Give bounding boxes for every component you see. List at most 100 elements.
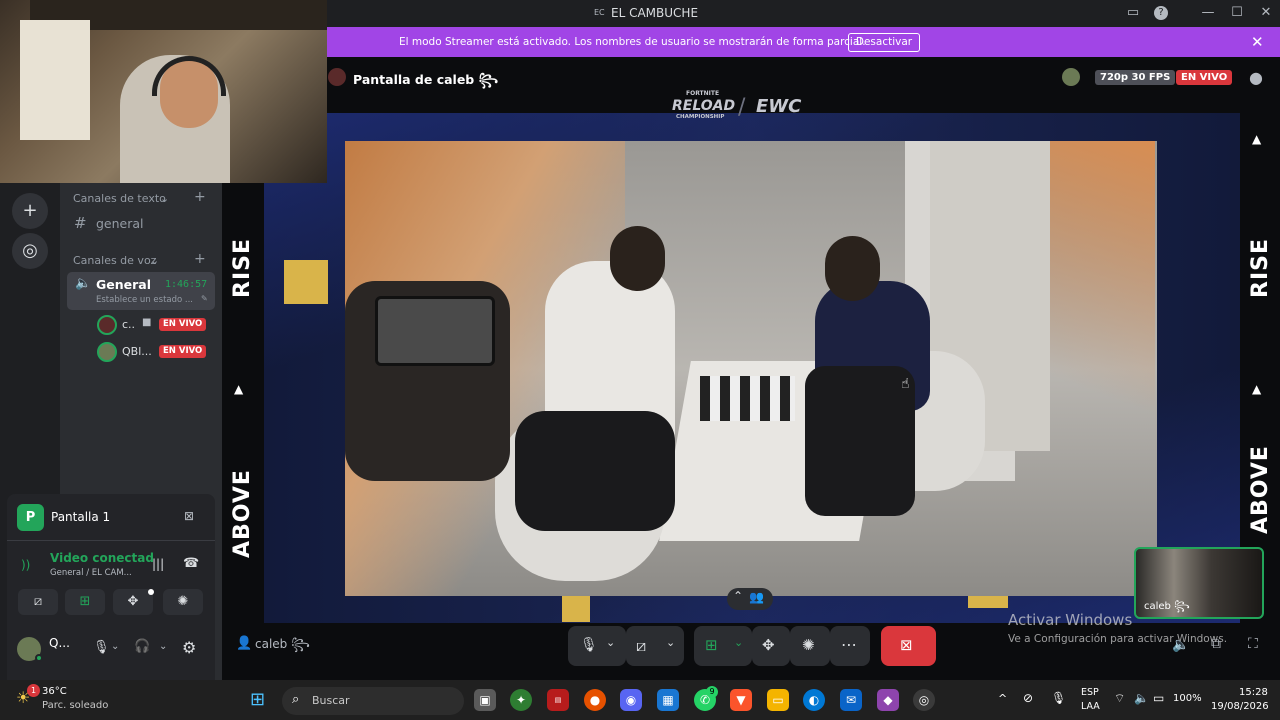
voice-category-label[interactable]: Canales de voz [73, 254, 156, 267]
clock-time[interactable]: 15:28 [1239, 687, 1268, 698]
chess-board [700, 376, 795, 421]
close-window-icon[interactable]: ✕ [1257, 5, 1275, 21]
connection-title[interactable]: Video conectad [50, 551, 154, 565]
add-text-channel-icon[interactable]: + [194, 189, 206, 205]
pip-camera[interactable]: caleb ꧂ [1134, 547, 1264, 619]
firefox-icon[interactable]: ● [584, 689, 606, 711]
chevron-down-icon[interactable]: ⌄ [666, 636, 675, 649]
app-icon[interactable]: ◎ [913, 689, 935, 711]
soundboard-icon[interactable]: ✺ [802, 636, 815, 654]
task-view-icon[interactable]: ▣ [474, 689, 496, 711]
text-category-label[interactable]: Canales de texto [73, 192, 166, 205]
connection-sub[interactable]: General / EL CAM... [50, 568, 132, 578]
battery-icon[interactable]: ▭ [1153, 691, 1164, 705]
quality-badge: 720p 30 FPS [1095, 70, 1176, 85]
noise-suppression-icon[interactable]: ||| [152, 557, 164, 571]
viewer-avatar[interactable] [1062, 68, 1080, 86]
language-top[interactable]: ESP [1081, 687, 1099, 698]
chevron-down-icon[interactable]: ⌄ [606, 636, 615, 649]
chevron-down-icon[interactable]: ⌄ [734, 636, 743, 649]
chevron-up-icon[interactable]: ^ [998, 692, 1007, 705]
store-icon[interactable]: ▦ [657, 689, 679, 711]
add-voice-channel-icon[interactable]: + [194, 251, 206, 267]
inbox-icon[interactable]: ▭ [1124, 5, 1142, 21]
start-windows-icon[interactable]: ⊞ [250, 689, 265, 710]
volume-icon[interactable]: 🔈 [1172, 637, 1189, 653]
player-left-legs [515, 411, 675, 531]
screen-name: Pantalla 1 [51, 510, 111, 524]
end-call-button[interactable]: ⊠ [881, 626, 936, 666]
fullscreen-icon[interactable]: ⛶ [1248, 636, 1258, 652]
member-name[interactable]: c.. [122, 318, 135, 331]
chevron-down-icon[interactable]: ⌄ [159, 641, 167, 652]
chat-bubble-icon[interactable]: ● [1249, 68, 1263, 87]
camera-monitor [375, 296, 495, 366]
brave-icon[interactable]: ▼ [730, 689, 752, 711]
maximize-icon[interactable]: ☐ [1228, 5, 1246, 21]
pip-name: caleb ꧂ [1144, 601, 1190, 612]
streamer-avatar [328, 68, 346, 86]
app-icon[interactable]: ✉ [840, 689, 862, 711]
text-channel-general[interactable]: general [96, 216, 144, 231]
screen-share-icon[interactable]: ⊞ [705, 636, 718, 654]
search-box[interactable]: ⌕ Buscar [282, 687, 464, 715]
stop-share-icon[interactable]: ⊠ [184, 509, 194, 523]
explore-icon[interactable]: ◎ [12, 233, 48, 269]
disable-streamer-button[interactable]: Desactivar [848, 33, 920, 52]
streamer-mode-banner: El modo Streamer está activado. Los nomb… [327, 27, 1280, 57]
settings-gear-icon[interactable]: ⚙ [182, 638, 196, 657]
app-icon[interactable]: ▤ [547, 689, 569, 711]
avatar[interactable] [97, 315, 117, 335]
add-server-icon[interactable]: + [12, 193, 48, 229]
close-banner-icon[interactable]: ✕ [1251, 33, 1264, 51]
live-badge: EN VIVO [1176, 70, 1233, 85]
app-icon[interactable]: ✦ [510, 689, 532, 711]
member-name[interactable]: QBl... [122, 345, 152, 358]
mic-control[interactable]: 🎙 ⌄ [568, 626, 626, 666]
add-user-icon[interactable]: 👤 [236, 636, 252, 651]
disconnect-icon[interactable]: ☎ [183, 556, 199, 571]
speaker-icon[interactable]: 🔈 [1134, 691, 1149, 705]
activities-icon[interactable]: ✥ [762, 636, 775, 654]
edge-icon[interactable]: ◐ [803, 689, 825, 711]
headphones-icon[interactable]: 🎧 [134, 639, 150, 654]
minimize-icon[interactable]: — [1199, 5, 1217, 21]
more-control[interactable]: ⋯ [830, 626, 870, 666]
avatar[interactable] [97, 342, 117, 362]
weather-temp[interactable]: 36°C [42, 686, 67, 697]
folder-icon[interactable]: ▭ [767, 689, 789, 711]
stream-title: Pantalla de caleb ꧂ [353, 72, 499, 87]
clock-date[interactable]: 19/08/2026 [1211, 701, 1269, 712]
more-options-icon[interactable]: ⋯ [841, 635, 857, 654]
edit-icon[interactable]: ✎ [201, 294, 208, 303]
screen-share-control[interactable]: ⊞ ⌄ [694, 626, 752, 666]
weather-desc[interactable]: Parc. soleado [42, 700, 108, 711]
voice-status[interactable]: Establece un estado ... [96, 295, 193, 305]
network-off-icon[interactable]: ⊘ [1023, 691, 1033, 705]
soundboard-control[interactable]: ✺ [790, 626, 830, 666]
screen-share-button[interactable]: ⊞ [65, 589, 105, 615]
activities-button[interactable]: ✥ [113, 589, 153, 615]
wifi-icon[interactable]: ⌔ [1114, 691, 1125, 706]
side-text-above: ABOVE [230, 469, 255, 558]
discord-icon[interactable]: ◉ [620, 689, 642, 711]
search-placeholder: Buscar [312, 694, 350, 707]
camera-off-button[interactable]: ⧄ [18, 589, 58, 615]
expand-participants-button[interactable]: ⌃ 👥 [727, 588, 773, 610]
copilot-icon[interactable]: ◆ [877, 689, 899, 711]
camera-off-icon[interactable]: ⧄ [636, 636, 646, 656]
battery-percent[interactable]: 100% [1173, 693, 1202, 704]
language-bottom[interactable]: LAA [1081, 701, 1100, 712]
popout-icon[interactable]: ⧉ [1211, 636, 1221, 652]
chevron-down-icon[interactable]: ⌄ [111, 641, 119, 652]
user-name[interactable]: Q... [49, 636, 70, 650]
user-panel: P Pantalla 1 ⊠ )) Video conectad General… [7, 494, 215, 680]
soundboard-button[interactable]: ✺ [163, 589, 203, 615]
activities-control[interactable]: ✥ [752, 626, 790, 666]
microphone-icon[interactable]: 🎙 [580, 637, 598, 653]
voice-channel-general[interactable]: 🔈 General 1:46:57 Establece un estado ..… [67, 272, 215, 310]
microphone-icon[interactable]: 🎙 [93, 640, 110, 655]
microphone-icon[interactable]: 🎙 [1051, 691, 1066, 705]
camera-control[interactable]: ⧄ ⌄ [626, 626, 684, 666]
help-icon[interactable]: ? [1154, 6, 1168, 20]
